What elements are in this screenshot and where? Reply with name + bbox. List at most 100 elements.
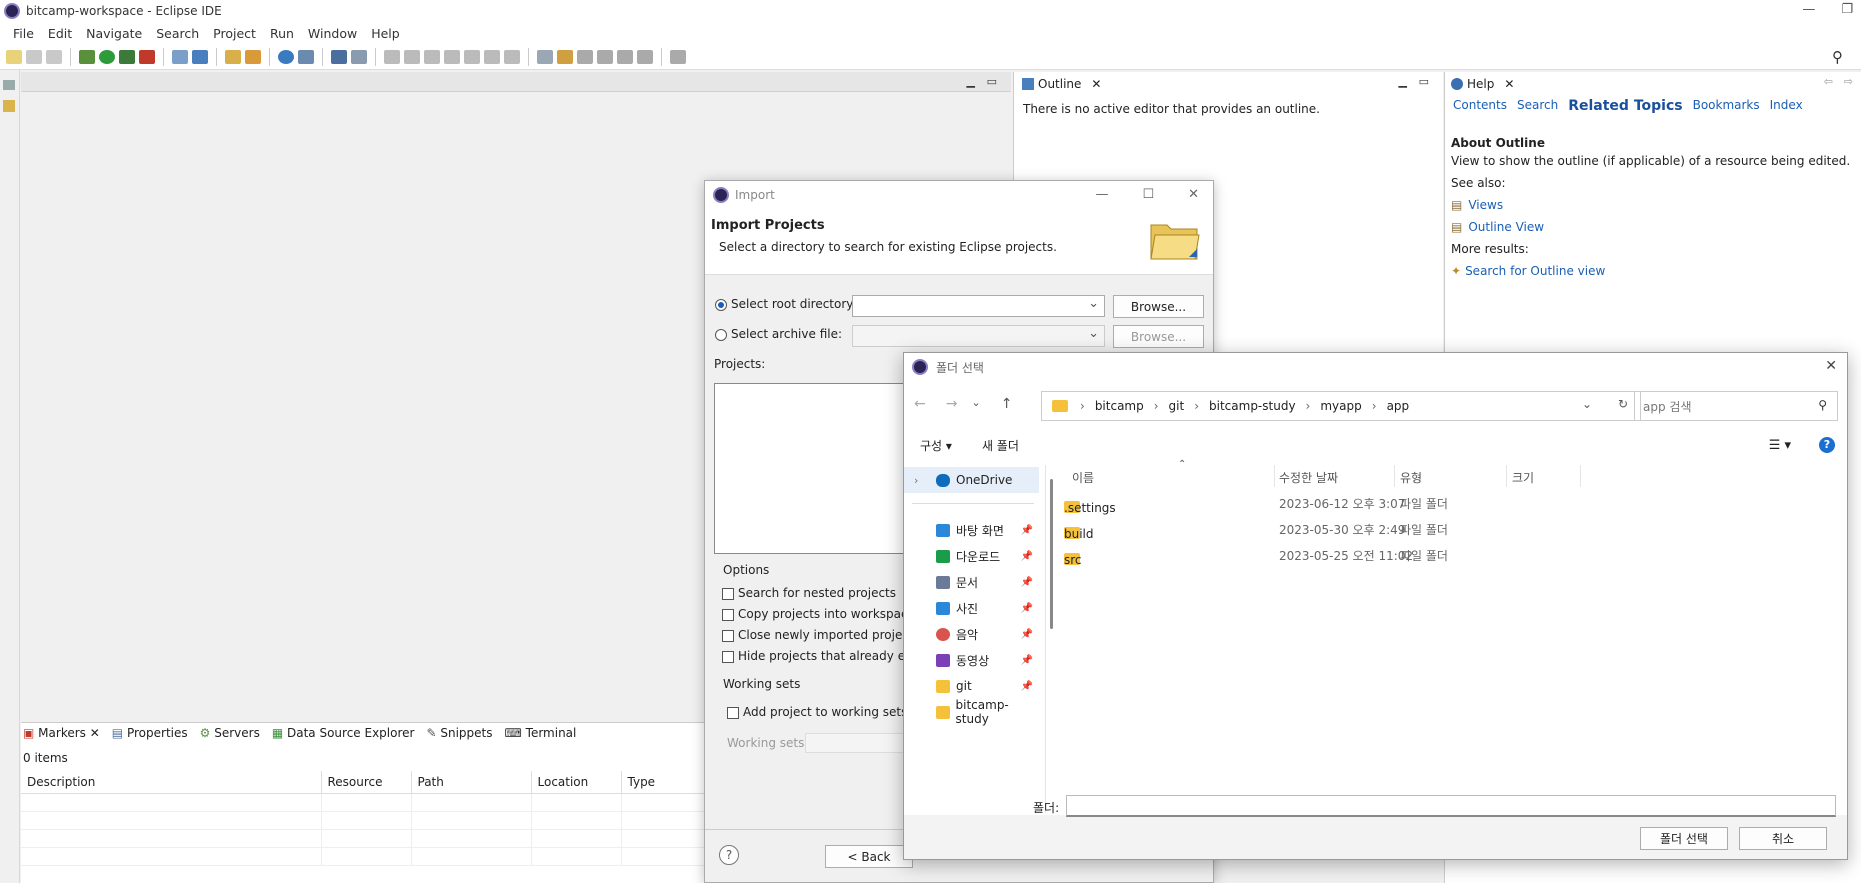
bookmarks-link[interactable]: Bookmarks	[1693, 98, 1760, 114]
next-annotation-icon[interactable]	[557, 49, 573, 64]
related-topics-link[interactable]: Related Topics	[1568, 98, 1682, 114]
root-dir-radio[interactable]	[715, 298, 727, 311]
nested-projects-option[interactable]: Search for nested projects	[722, 583, 926, 604]
search-input[interactable]: app 검색 ⚲	[1634, 391, 1838, 421]
address-dropdown-icon[interactable]: ⌄	[1582, 397, 1592, 411]
root-dir-combo[interactable]	[852, 295, 1105, 317]
sidebar-item-documents[interactable]: 문서 📌	[904, 569, 1039, 595]
pin-icon[interactable]: 📌	[1021, 629, 1033, 640]
index-link[interactable]: Index	[1770, 98, 1803, 114]
terminate-icon[interactable]	[424, 49, 440, 64]
back-icon[interactable]: ⇦	[1824, 75, 1833, 88]
add-working-sets-option[interactable]: Add project to working sets	[727, 705, 907, 719]
restore-icon[interactable]: ❐	[1841, 2, 1853, 17]
web-browser-icon[interactable]	[278, 49, 294, 64]
browse-button[interactable]: Browse...	[1113, 295, 1204, 318]
forward-icon[interactable]: ⇨	[1844, 75, 1853, 88]
help-icon[interactable]: ?	[1819, 437, 1835, 453]
sidebar-scrollbar[interactable]	[1050, 479, 1053, 629]
tab-snippets[interactable]: ✎ Snippets	[426, 726, 492, 740]
outline-view-link[interactable]: Outline View	[1468, 220, 1544, 234]
close-icon[interactable]: ✕	[1091, 77, 1101, 91]
back-icon[interactable]: ←	[914, 396, 926, 412]
resume-icon[interactable]	[384, 49, 400, 64]
terminal-icon[interactable]	[331, 49, 347, 64]
working-sets-field[interactable]	[805, 733, 905, 753]
archive-option[interactable]: Select archive file:	[715, 327, 842, 341]
step-into-icon[interactable]	[464, 49, 480, 64]
views-link[interactable]: Views	[1468, 198, 1503, 212]
menu-file[interactable]: File	[6, 26, 41, 41]
menu-project[interactable]: Project	[206, 26, 263, 41]
prev-annotation-icon[interactable]	[577, 49, 593, 64]
hide-existing-option[interactable]: Hide projects that already exist	[722, 646, 926, 667]
tab-properties[interactable]: ▤ Properties	[112, 726, 188, 740]
archive-radio[interactable]	[715, 328, 727, 341]
column-description[interactable]: Description	[21, 771, 322, 794]
maximize-icon[interactable]: ▭	[987, 75, 997, 88]
close-imported-option[interactable]: Close newly imported projects	[722, 625, 926, 646]
view-options-icon[interactable]: ☰ ▾	[1769, 438, 1791, 453]
step-over-icon[interactable]	[484, 49, 500, 64]
up-icon[interactable]: ↑	[1001, 396, 1013, 412]
sidebar-item-desktop[interactable]: 바탕 화면 📌	[904, 517, 1039, 543]
forward-icon[interactable]	[637, 49, 653, 64]
address-bar[interactable]: › bitcamp › git › bitcamp-study › myapp › app…	[1041, 391, 1641, 421]
file-row[interactable]: .settings 2023-06-12 오후 3:07 파일 폴더	[1054, 489, 1844, 515]
column-resource[interactable]: Resource	[321, 771, 412, 794]
root-dir-option[interactable]: Select root directory:	[715, 297, 857, 311]
browse-archive-button[interactable]: Browse...	[1113, 325, 1204, 348]
contents-link[interactable]: Contents	[1453, 98, 1507, 114]
sidebar-item-pictures[interactable]: 사진 📌	[904, 595, 1039, 621]
breadcrumb-git[interactable]: git	[1169, 399, 1185, 413]
folder-input[interactable]	[1066, 795, 1836, 817]
forward-icon[interactable]: →	[946, 396, 958, 412]
back-icon[interactable]	[617, 49, 633, 64]
menu-edit[interactable]: Edit	[41, 26, 79, 41]
tab-help[interactable]: Help ✕	[1451, 74, 1514, 94]
last-edit-icon[interactable]	[597, 49, 613, 64]
column-type[interactable]: 유형	[1400, 469, 1422, 486]
pin-icon[interactable]: 📌	[1021, 551, 1033, 562]
skip-breakpoints-icon[interactable]	[351, 49, 367, 64]
menu-search[interactable]: Search	[149, 26, 206, 41]
select-folder-button[interactable]: 폴더 선택	[1640, 827, 1728, 850]
search-link[interactable]: Search	[1517, 98, 1558, 114]
archive-combo[interactable]	[852, 325, 1105, 347]
run-icon[interactable]	[99, 49, 115, 64]
sidebar-item-downloads[interactable]: 다운로드 📌	[904, 543, 1039, 569]
search-toolbar-icon[interactable]	[298, 49, 314, 64]
pin-icon[interactable]: 📌	[1021, 577, 1033, 588]
minimize-icon[interactable]: ▁	[967, 75, 975, 88]
expand-icon[interactable]: ›	[914, 474, 918, 487]
minimize-icon[interactable]: —	[1095, 187, 1108, 202]
maximize-icon[interactable]: ▭	[1419, 75, 1429, 88]
close-icon[interactable]: ✕	[1504, 77, 1514, 91]
minimize-icon[interactable]: —	[1802, 2, 1815, 17]
new-class-icon[interactable]	[192, 49, 208, 64]
coverage-icon[interactable]	[119, 49, 135, 64]
file-row[interactable]: src 2023-05-25 오전 11:02 파일 폴더	[1054, 541, 1844, 567]
tab-terminal[interactable]: ⌨ Terminal	[505, 726, 577, 740]
cancel-button[interactable]: 취소	[1739, 827, 1827, 850]
help-icon[interactable]: ?	[719, 845, 739, 865]
projects-list[interactable]	[714, 383, 914, 554]
organize-button[interactable]: 구성 ▾	[920, 437, 952, 454]
search-outline-link[interactable]: Search for Outline view	[1465, 264, 1605, 278]
pin-icon[interactable]: 📌	[1021, 655, 1033, 666]
close-icon[interactable]: ✕	[1825, 358, 1837, 374]
minimize-icon[interactable]: ▁	[1399, 75, 1407, 88]
menu-window[interactable]: Window	[301, 26, 364, 41]
pin-icon[interactable]: 📌	[1021, 681, 1033, 692]
new-folder-button[interactable]: 새 폴더	[982, 437, 1019, 454]
external-tools-icon[interactable]	[139, 49, 155, 64]
recent-dropdown-icon[interactable]: ⌄	[971, 396, 980, 412]
menu-run[interactable]: Run	[263, 26, 301, 41]
column-location[interactable]: Location	[531, 771, 622, 794]
tab-data-source-explorer[interactable]: ▦ Data Source Explorer	[272, 726, 415, 740]
pin-icon[interactable]: 📌	[1021, 603, 1033, 614]
close-icon[interactable]: ✕	[1188, 187, 1199, 202]
column-size[interactable]: 크기	[1512, 469, 1534, 486]
column-modified[interactable]: 수정한 날짜	[1279, 469, 1338, 486]
tab-markers[interactable]: ▣ Markers ✕	[23, 726, 100, 740]
